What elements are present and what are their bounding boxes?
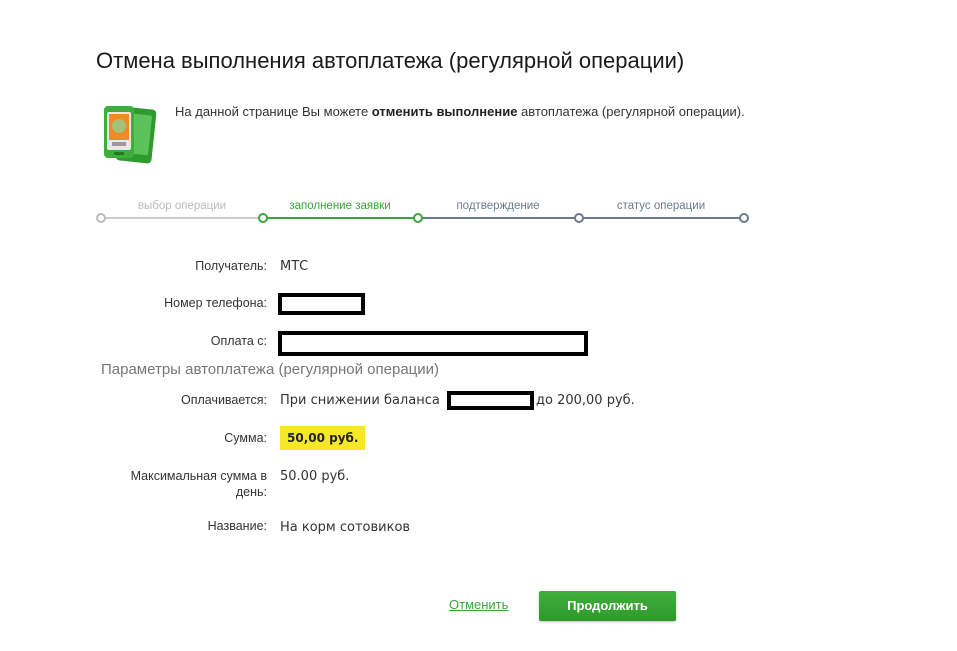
paid-value-prefix: При снижении баланса (280, 393, 440, 408)
intro-text-bold: отменить выполнение (371, 104, 518, 119)
name-label: Название: (207, 519, 267, 533)
step-line-2 (263, 217, 418, 219)
phone-redacted (278, 293, 365, 315)
step-label-confirmation: подтверждение (456, 200, 540, 212)
max-sum-label-line1: Максимальная сумма в (130, 469, 267, 483)
step-dot-2 (258, 213, 268, 223)
params-section-title: Параметры автоплатежа (регулярной операц… (101, 361, 440, 378)
max-sum-label: Максимальная сумма в день: (131, 468, 267, 500)
intro-text: На данной странице Вы можете отменить вы… (175, 104, 745, 119)
paid-value-suffix: до 200,00 руб. (536, 393, 635, 408)
phone-label: Номер телефона: (164, 296, 267, 310)
step-line-1 (101, 217, 263, 219)
max-sum-value: 50.00 руб. (280, 469, 350, 484)
max-sum-label-line2: день: (235, 485, 267, 499)
recipient-label: Получатель: (195, 259, 267, 273)
step-label-fill-request: заполнение заявки (289, 200, 391, 212)
payfrom-label: Оплата с: (210, 334, 267, 348)
step-dot-3 (413, 213, 423, 223)
payfrom-redacted (278, 331, 588, 356)
recipient-value: МТС (280, 259, 309, 274)
mobile-phone-card-icon (100, 102, 160, 166)
step-line-4 (578, 217, 744, 219)
step-dot-5 (739, 213, 749, 223)
step-dot-1 (96, 213, 106, 223)
sum-label: Сумма: (224, 431, 267, 445)
cancel-link[interactable]: Отменить (449, 597, 508, 612)
page-title: Отмена выполнения автоплатежа (регулярно… (96, 48, 685, 73)
step-line-3 (418, 217, 578, 219)
sum-value-badge: 50,00 руб. (280, 426, 366, 450)
balance-redacted (447, 391, 534, 410)
step-label-select-operation: выбор операции (137, 200, 227, 212)
name-value: На корм сотовиков (280, 520, 411, 535)
step-label-operation-status: статус операции (616, 200, 706, 212)
step-dot-4 (574, 213, 584, 223)
paid-label: Оплачивается: (180, 393, 267, 407)
progress-steps: выбор операции заполнение заявки подтвер… (96, 196, 752, 226)
continue-button[interactable]: Продолжить (539, 591, 676, 621)
